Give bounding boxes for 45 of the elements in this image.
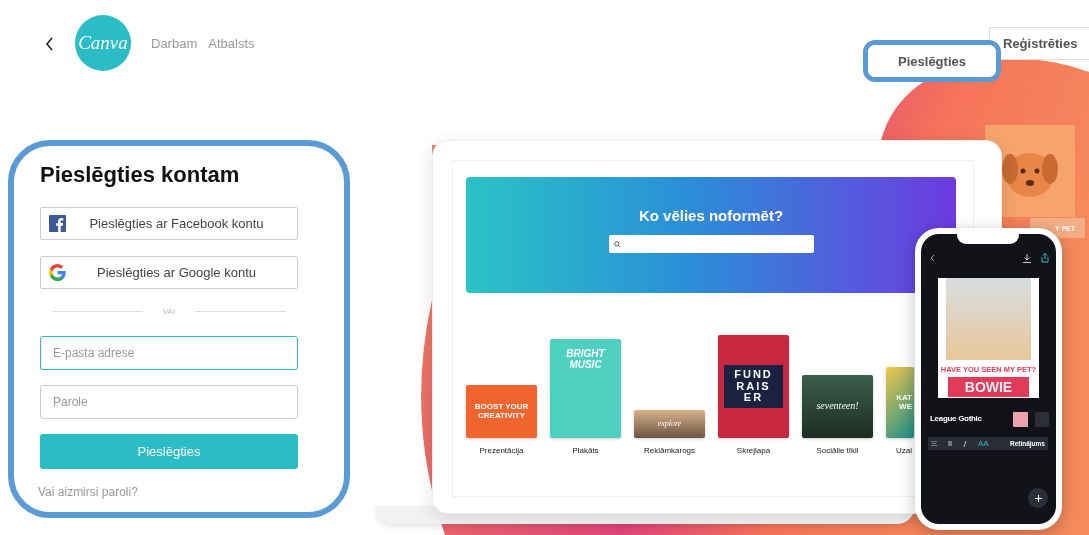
thumbnail-text: explore [657, 419, 682, 429]
size-toggle[interactable]: AA [978, 439, 989, 448]
thumbnail-text: BOOST YOUR [474, 403, 529, 412]
template-thumbnail[interactable]: FUND RAIS ER [718, 335, 789, 438]
thumbnail-text: BRIGHT [566, 349, 605, 360]
facebook-icon [49, 215, 66, 232]
download-icon[interactable] [1023, 254, 1031, 263]
template-thumbnail[interactable]: explore [634, 410, 705, 438]
search-field[interactable] [608, 235, 814, 253]
font-name[interactable]: League Gothic [930, 414, 982, 423]
thumbnail-text: KAT [896, 394, 912, 403]
facebook-login-button[interactable]: Pieslēgties ar Facebook kontu [40, 207, 298, 240]
divider-label: VAI [162, 307, 176, 316]
back-icon[interactable] [930, 254, 935, 262]
align-icon[interactable] [931, 441, 937, 446]
search-icon [613, 240, 621, 248]
color-swatch[interactable] [1013, 412, 1028, 427]
banner-title: Ko vēlies noformēt? [638, 207, 784, 224]
italic-icon[interactable] [963, 440, 967, 447]
plus-icon [1034, 494, 1042, 502]
back-icon[interactable] [44, 36, 56, 52]
login-title: Pieslēgties kontam [40, 161, 241, 189]
template-thumbnail[interactable]: seventeen! [802, 375, 873, 438]
google-icon [49, 264, 66, 281]
google-login-button[interactable]: Pieslēgties ar Google kontu [40, 256, 298, 289]
template-label: Plakāts [572, 446, 599, 455]
template-label: Skrejlapa [736, 446, 771, 455]
template-label: Prezentācija [479, 446, 524, 455]
thumbnail-text: WE [899, 402, 912, 411]
template-label: Sociālie tīkli [816, 446, 859, 455]
thumbnail-text: FUND [734, 369, 773, 381]
share-icon[interactable] [1041, 253, 1049, 263]
register-button[interactable]: Reģistrēties [989, 27, 1089, 60]
template-label: Reklāmkarogs [643, 446, 696, 455]
email-field[interactable]: E-pasta adrese [40, 336, 298, 370]
poster-name: BOWIE [948, 377, 1029, 397]
thumbnail-text: RAIS [735, 380, 772, 393]
thumbnail-text: MUSIC [569, 359, 602, 370]
thumbnail-text: seventeen! [816, 401, 859, 412]
thumbnail-text: CREATIVITY [478, 411, 525, 420]
login-button[interactable]: Pieslēgties [868, 45, 996, 77]
template-label: Uzai [896, 446, 912, 455]
phone-notch [957, 232, 1019, 244]
thumbnail-text: ER [742, 392, 765, 404]
password-field[interactable]: Parole [40, 385, 298, 419]
